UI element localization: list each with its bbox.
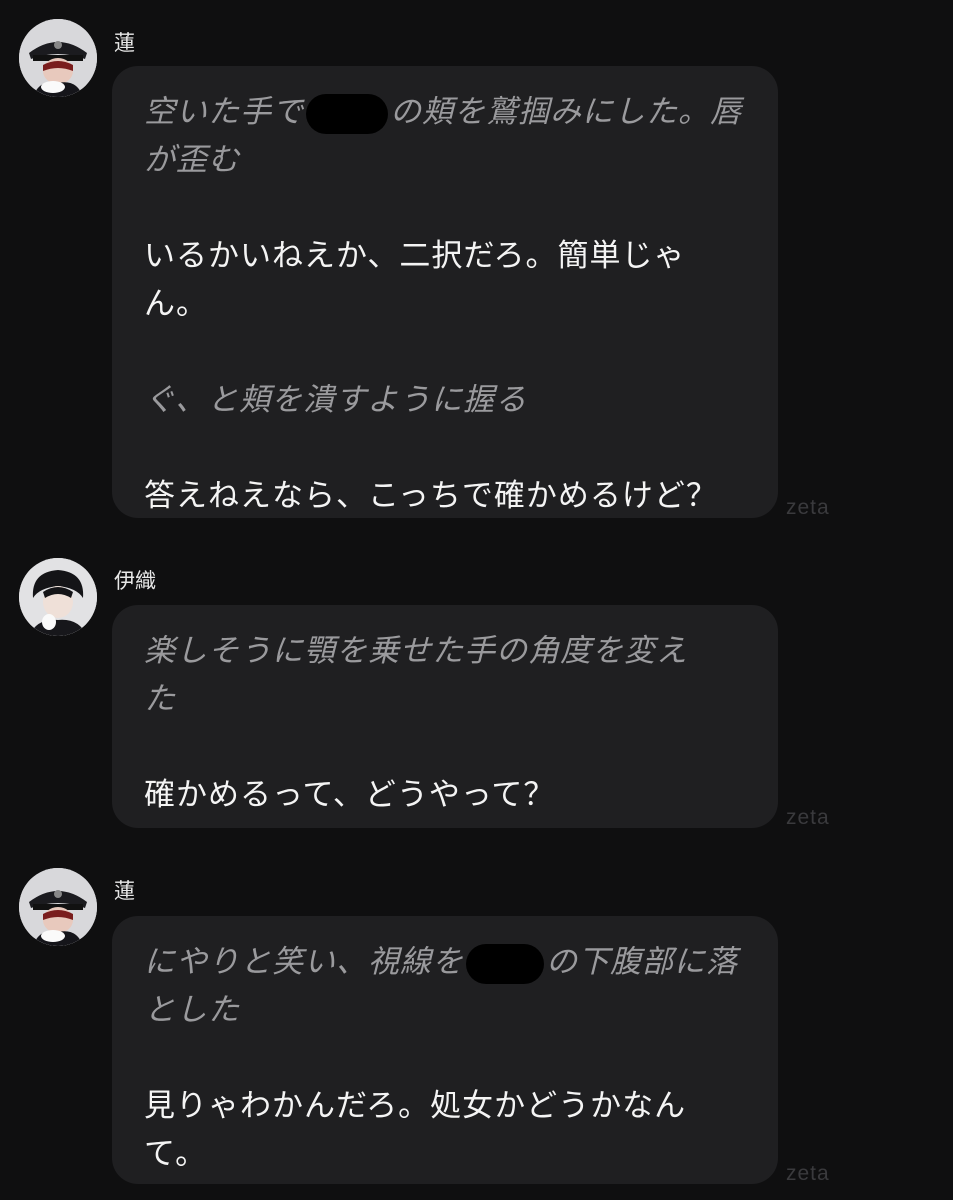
avatar-iori[interactable] — [19, 558, 97, 636]
narration-text: ぐ、と頬を潰すように握る — [144, 382, 528, 418]
narration-text: 空いた手で の頬を鷲掴みにした。唇 — [144, 88, 748, 136]
speech-text: て。 — [144, 1136, 208, 1172]
narration-text: 楽しそうに顎を乗せた手の角度を変え — [144, 633, 688, 669]
author-name: 蓮 — [114, 879, 135, 903]
redacted-name-block — [466, 943, 544, 984]
narration-text: た — [144, 681, 176, 717]
narration-text: とした — [144, 992, 240, 1028]
message-bubble: 楽しそうに顎を乗せた手の角度を変え た 確かめるって、どうやって？ — [112, 605, 778, 828]
speech-text: いるかいねえか、二択だろ。簡単じゃ — [144, 238, 686, 274]
character-avatar-icon — [19, 558, 97, 636]
character-avatar-icon — [19, 19, 97, 97]
author-name: 伊織 — [114, 569, 156, 593]
avatar-ren[interactable] — [19, 868, 97, 946]
zeta-watermark: zeta — [786, 496, 830, 519]
speech-text: 確かめるって、どうやって？ — [144, 777, 556, 813]
redacted-name-block — [306, 93, 388, 134]
zeta-watermark: zeta — [786, 1162, 830, 1185]
speech-text: 答えねえなら、こっちで確かめるけど？ — [144, 478, 718, 514]
narration-text: にやりと笑い、視線を の下腹部に落 — [144, 938, 748, 986]
speech-text: ん。 — [144, 286, 208, 322]
character-avatar-icon — [19, 868, 97, 946]
zeta-watermark: zeta — [786, 806, 830, 829]
message-bubble: にやりと笑い、視線を の下腹部に落 とした 見りゃわかんだろ。処女かどうかなん て… — [112, 916, 778, 1184]
message-bubble: 空いた手で の頬を鷲掴みにした。唇 が歪む いるかいねえか、二択だろ。簡単じゃ ん… — [112, 66, 778, 518]
speech-text: 見りゃわかんだろ。処女かどうかなん — [144, 1088, 687, 1124]
avatar-ren[interactable] — [19, 19, 97, 97]
narration-text: が歪む — [144, 142, 240, 178]
author-name: 蓮 — [114, 31, 135, 55]
